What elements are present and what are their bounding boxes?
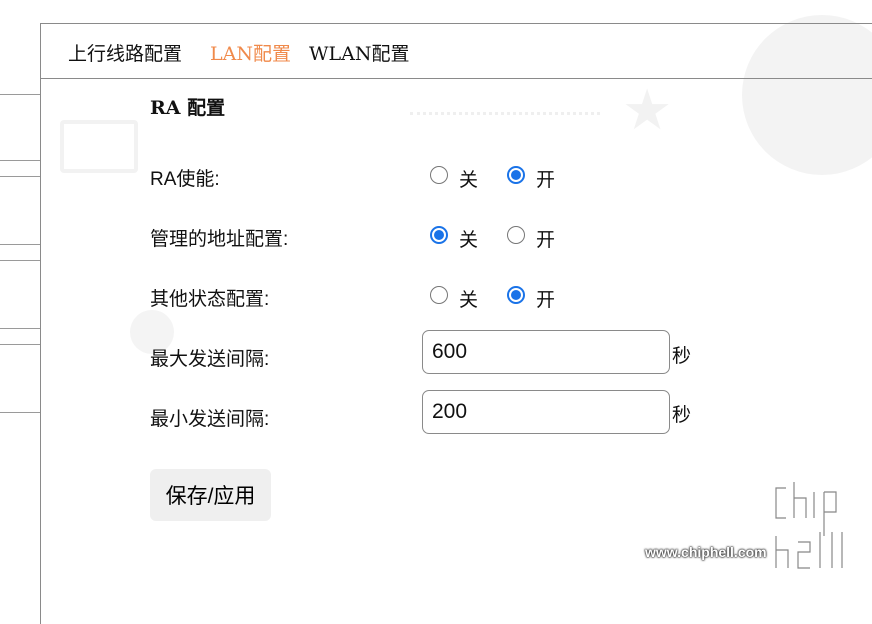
min-interval-unit: 秒 xyxy=(672,405,692,426)
chiphell-logo xyxy=(772,478,846,572)
managed-config-label: 管理的地址配置: xyxy=(150,229,289,250)
sidebar-edge xyxy=(0,94,40,424)
other-config-on-label: 开 xyxy=(536,290,556,311)
save-apply-button[interactable]: 保存/应用 xyxy=(150,469,271,521)
ra-enable-off-label: 关 xyxy=(459,170,479,191)
other-config-label: 其他状态配置: xyxy=(150,289,270,310)
tab-lan-config[interactable]: LAN配置 xyxy=(210,39,291,66)
ra-enable-on-label: 开 xyxy=(536,170,556,191)
ra-enable-on-radio[interactable] xyxy=(507,166,525,184)
tab-bar: 上行线路配置 LAN配置 WLAN配置 xyxy=(41,24,872,79)
managed-config-on-radio[interactable] xyxy=(507,226,525,244)
other-config-off-radio[interactable] xyxy=(430,286,448,304)
min-interval-label: 最小发送间隔: xyxy=(150,409,270,430)
ra-enable-label: RA使能: xyxy=(150,169,220,190)
ra-enable-off-radio[interactable] xyxy=(430,166,448,184)
section-title: RA 配置 xyxy=(150,97,226,119)
max-interval-unit: 秒 xyxy=(672,346,692,367)
managed-config-on-label: 开 xyxy=(536,230,556,251)
managed-config-off-radio[interactable] xyxy=(430,226,448,244)
managed-config-off-label: 关 xyxy=(459,230,479,251)
other-config-on-radio[interactable] xyxy=(507,286,525,304)
min-interval-input[interactable]: 200 xyxy=(422,390,670,434)
other-config-off-label: 关 xyxy=(459,290,479,311)
config-panel: 上行线路配置 LAN配置 WLAN配置 RA 配置 RA使能: 关 开 管理的地… xyxy=(40,23,872,624)
max-interval-input[interactable]: 600 xyxy=(422,330,670,374)
watermark-url: www.chiphell.com xyxy=(645,544,767,560)
tab-uplink-config[interactable]: 上行线路配置 xyxy=(68,39,182,66)
max-interval-label: 最大发送间隔: xyxy=(150,349,270,370)
tab-wlan-config[interactable]: WLAN配置 xyxy=(309,39,410,66)
